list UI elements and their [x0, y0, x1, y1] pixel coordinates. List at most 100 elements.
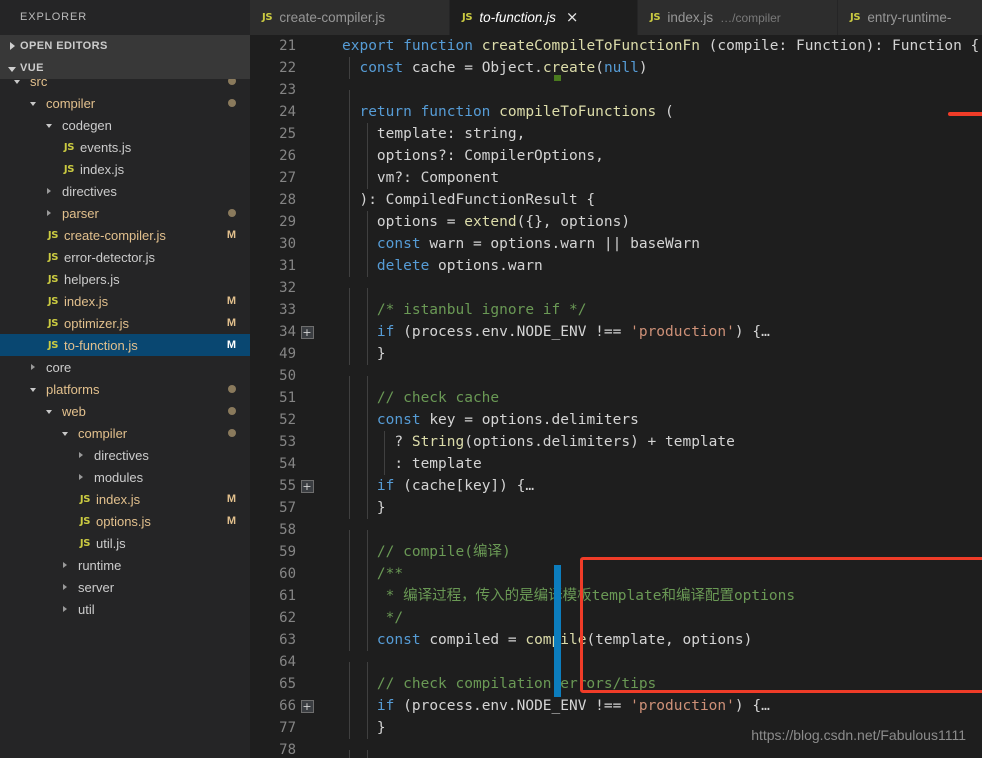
chevron-right-icon[interactable]	[74, 474, 88, 480]
code-line[interactable]: 61 * 编译过程，传入的是编译模板template和编译配置options	[250, 585, 982, 607]
code-line[interactable]: 62 */	[250, 607, 982, 629]
tree-folder-compiler[interactable]: compiler	[0, 422, 250, 444]
code-line[interactable]: 57 }	[250, 497, 982, 519]
line-number: 54	[279, 456, 296, 472]
code-line[interactable]: 55 + if (cache[key]) {…	[250, 475, 982, 497]
tree-folder-core[interactable]: core	[0, 356, 250, 378]
tree-folder-src[interactable]: src	[0, 79, 250, 92]
code-text: if (cache[key]) {…	[332, 475, 982, 497]
tree-file-error-detector-js[interactable]: JS error-detector.js	[0, 246, 250, 268]
code-line[interactable]: 24 return function compileToFunctions (	[250, 101, 982, 123]
code-line[interactable]: 27 vm?: Component	[250, 167, 982, 189]
tree-file-index-js[interactable]: JS index.js M	[0, 290, 250, 312]
chevron-right-icon[interactable]	[42, 210, 56, 216]
code-token: …	[761, 698, 770, 714]
line-number: 34	[279, 324, 296, 340]
fold-expand-icon[interactable]: +	[296, 479, 318, 493]
tree-file-options-js[interactable]: JS options.js M	[0, 510, 250, 532]
tree-folder-parser[interactable]: parser	[0, 202, 250, 224]
editor-tab-entry-runtime-[interactable]: JS entry-runtime-	[838, 0, 982, 35]
code-line[interactable]: 25 template: string,	[250, 123, 982, 145]
tree-file-optimizer-js[interactable]: JS optimizer.js M	[0, 312, 250, 334]
code-line[interactable]: 51 // check cache	[250, 387, 982, 409]
code-token: if	[376, 698, 404, 714]
fold-expand-icon[interactable]: +	[296, 699, 318, 713]
code-line[interactable]: 32	[250, 277, 982, 310]
tree-folder-directives[interactable]: directives	[0, 180, 250, 202]
chevron-down-icon[interactable]	[42, 122, 56, 128]
tree-folder-web[interactable]: web	[0, 400, 250, 422]
code-line[interactable]: 63 const compiled = compile(template, op…	[250, 629, 982, 651]
code-line[interactable]: 22 const cache = Object.create(null)	[250, 57, 982, 79]
close-icon[interactable]: ×	[566, 10, 579, 25]
code-token: const	[359, 60, 412, 76]
section-vue[interactable]: VUE	[0, 57, 250, 79]
chevron-right-icon[interactable]	[42, 188, 56, 194]
code-line[interactable]: 23	[250, 79, 982, 112]
code-line[interactable]: 58	[250, 519, 982, 552]
chevron-right-icon[interactable]	[58, 584, 72, 590]
code-token: function	[420, 104, 500, 120]
code-line[interactable]: 52 const key = options.delimiters	[250, 409, 982, 431]
tree-file-events-js[interactable]: JS events.js	[0, 136, 250, 158]
code-line[interactable]: 26 options?: CompilerOptions,	[250, 145, 982, 167]
chevron-right-icon[interactable]	[58, 606, 72, 612]
tree-file-index-js[interactable]: JS index.js M	[0, 488, 250, 510]
fold-expand-icon[interactable]: +	[296, 325, 318, 339]
code-line[interactable]: 33 /* istanbul ignore if */	[250, 299, 982, 321]
tree-file-index-js[interactable]: JS index.js	[0, 158, 250, 180]
modified-line-indicator	[554, 565, 561, 697]
tree-file-create-compiler-js[interactable]: JS create-compiler.js M	[0, 224, 250, 246]
code-token: 'production'	[630, 324, 735, 340]
code-token: // check cache	[376, 390, 500, 406]
line-number: 52	[279, 412, 296, 428]
code-line[interactable]: 30 const warn = options.warn || baseWarn	[250, 233, 982, 255]
tree-folder-runtime[interactable]: runtime	[0, 554, 250, 576]
code-token: warn = options.warn || baseWarn	[429, 236, 700, 252]
tree-folder-compiler[interactable]: compiler	[0, 92, 250, 114]
chevron-right-icon[interactable]	[58, 562, 72, 568]
chevron-down-icon[interactable]	[26, 100, 40, 106]
tree-folder-directives[interactable]: directives	[0, 444, 250, 466]
code-line[interactable]: 34 + if (process.env.NODE_ENV !== 'produc…	[250, 321, 982, 343]
chevron-down-icon[interactable]	[10, 79, 24, 84]
chevron-down-icon[interactable]	[26, 386, 40, 392]
tree-folder-util[interactable]: util	[0, 598, 250, 620]
code-token: options.warn	[438, 258, 543, 274]
tree-file-to-function-js[interactable]: JS to-function.js M	[0, 334, 250, 356]
git-status-badge: M	[226, 339, 236, 351]
code-line[interactable]: 60 /**	[250, 563, 982, 585]
watermark-url: https://blog.csdn.net/Fabulous1111	[751, 727, 966, 743]
code-editor[interactable]: 21 export function createCompileToFunctio…	[250, 35, 982, 758]
tree-folder-modules[interactable]: modules	[0, 466, 250, 488]
code-line[interactable]: 21 export function createCompileToFunctio…	[250, 35, 982, 57]
code-line[interactable]: 29 options = extend({}, options)	[250, 211, 982, 233]
code-line[interactable]: 53 ? String(options.delimiters) + templa…	[250, 431, 982, 453]
code-line[interactable]: 28 ): CompiledFunctionResult {	[250, 189, 982, 211]
code-line[interactable]: 31 delete options.warn	[250, 255, 982, 277]
tree-file-helpers-js[interactable]: JS helpers.js	[0, 268, 250, 290]
code-line[interactable]: 65 // check compilation errors/tips	[250, 673, 982, 695]
chevron-down-icon[interactable]	[42, 408, 56, 414]
chevron-right-icon[interactable]	[26, 364, 40, 370]
tree-file-util-js[interactable]: JS util.js	[0, 532, 250, 554]
gutter-change-area	[318, 519, 332, 541]
tree-folder-codegen[interactable]: codegen	[0, 114, 250, 136]
tree-folder-server[interactable]: server	[0, 576, 250, 598]
code-line[interactable]: 49 }	[250, 343, 982, 365]
code-line[interactable]: 66 + if (process.env.NODE_ENV !== 'produc…	[250, 695, 982, 717]
tree-folder-platforms[interactable]: platforms	[0, 378, 250, 400]
code-line[interactable]: 54 : template	[250, 453, 982, 475]
editor-tab-index-js[interactable]: JS index.js …/compiler	[638, 0, 838, 35]
chevron-right-icon[interactable]	[74, 452, 88, 458]
code-token: ?	[342, 434, 412, 450]
editor-tab-create-compiler-js[interactable]: JS create-compiler.js	[250, 0, 450, 35]
section-open-editors[interactable]: OPEN EDITORS	[0, 35, 250, 57]
chevron-down-icon[interactable]	[58, 430, 72, 436]
code-line[interactable]: 50	[250, 365, 982, 398]
code-line[interactable]: 64	[250, 651, 982, 684]
editor-tab-to-function-js[interactable]: JS to-function.js ×	[450, 0, 638, 35]
code-line[interactable]: 59 // compile(编译)	[250, 541, 982, 563]
js-file-icon: JS	[850, 12, 861, 23]
js-file-icon: JS	[262, 12, 273, 23]
